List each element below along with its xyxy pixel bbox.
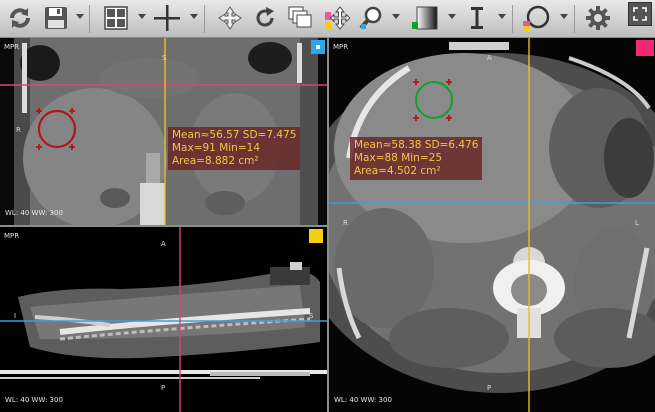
roi-stats-panel: Mean≈56.57 SD=7.475 Max=91 Min=14 Area=8… bbox=[168, 127, 301, 170]
toolbar-separator bbox=[89, 5, 90, 33]
move-icon bbox=[325, 6, 350, 30]
roi-dropdown[interactable] bbox=[560, 12, 568, 22]
crosshair-icon bbox=[154, 5, 180, 31]
layout-dropdown[interactable] bbox=[138, 12, 146, 22]
pan-icon bbox=[218, 6, 242, 30]
roi-ellipse-icon bbox=[523, 5, 550, 31]
save-button[interactable] bbox=[40, 3, 72, 33]
measure-dropdown[interactable] bbox=[498, 12, 506, 22]
toolbar bbox=[0, 0, 655, 38]
toolbar-separator bbox=[204, 5, 205, 33]
viewport-color-marker[interactable] bbox=[309, 229, 323, 243]
chevron-down-icon bbox=[76, 14, 84, 19]
toolbar-separator bbox=[512, 5, 513, 33]
chevron-down-icon bbox=[498, 14, 506, 19]
layout-grid-icon bbox=[104, 6, 128, 30]
orientation-top: S bbox=[162, 54, 167, 62]
orientation-bottom: P bbox=[487, 384, 492, 392]
viewport-color-marker[interactable] bbox=[636, 40, 654, 56]
chevron-down-icon bbox=[560, 14, 568, 19]
fullscreen-icon bbox=[633, 7, 647, 21]
measure-length-button[interactable] bbox=[462, 3, 492, 33]
move-button[interactable] bbox=[320, 3, 352, 33]
orientation-bottom: I bbox=[162, 198, 165, 206]
orientation-top: A bbox=[161, 240, 166, 248]
chevron-down-icon bbox=[448, 14, 456, 19]
roi-max-min: Max=88 Min=25 bbox=[354, 152, 442, 164]
viewport-coronal[interactable]: MPR S I R WL: 40 WW: 300 Mean≈56.57 SD=7… bbox=[0, 38, 327, 225]
orientation-left: R bbox=[16, 126, 21, 134]
viewport-label: MPR bbox=[333, 43, 349, 51]
orientation-right: S bbox=[309, 312, 314, 320]
save-dropdown[interactable] bbox=[76, 12, 84, 22]
orientation-left: R bbox=[343, 219, 348, 227]
viewport-color-marker[interactable] bbox=[311, 40, 325, 54]
roi-area: Area=8.882 cm² bbox=[172, 155, 259, 167]
window-level-readout: WL: 40 WW: 300 bbox=[5, 209, 63, 217]
orientation-right: L bbox=[635, 219, 639, 227]
pan-button[interactable] bbox=[214, 3, 246, 33]
roi-area: Area=4.502 cm² bbox=[354, 165, 441, 177]
roi-mean-sd: Mean≈56.57 SD=7.475 bbox=[172, 129, 297, 141]
window-level-dropdown[interactable] bbox=[448, 12, 456, 22]
stack-button[interactable] bbox=[284, 3, 316, 33]
zoom-dropdown[interactable] bbox=[392, 12, 400, 22]
viewport-label: MPR bbox=[4, 43, 20, 51]
settings-gear-icon bbox=[586, 6, 610, 30]
orientation-top: A bbox=[487, 54, 492, 62]
crosshair-dropdown[interactable] bbox=[190, 12, 198, 22]
window-level-icon bbox=[412, 6, 438, 30]
measure-length-icon bbox=[471, 7, 483, 29]
save-icon bbox=[45, 7, 67, 29]
window-level-button[interactable] bbox=[406, 3, 442, 33]
orientation-bottom: P bbox=[161, 384, 166, 392]
rotate-button[interactable] bbox=[250, 3, 280, 33]
crosshair-button[interactable] bbox=[150, 3, 184, 33]
orientation-left: I bbox=[14, 312, 17, 320]
viewport-label: MPR bbox=[4, 232, 20, 240]
sync-button[interactable] bbox=[4, 3, 36, 33]
viewport-axial[interactable]: MPR A P R L WL: 40 WW: 300 Mean≈58.38 SD… bbox=[329, 38, 655, 412]
viewport-sagittal[interactable]: MPR A P I S WL: 40 WW: 300 bbox=[0, 227, 327, 412]
toolbar-separator bbox=[574, 5, 575, 33]
layout-button[interactable] bbox=[100, 3, 132, 33]
roi-mean-sd: Mean≈58.38 SD=6.476 bbox=[354, 139, 479, 151]
zoom-button[interactable] bbox=[356, 3, 388, 33]
fullscreen-button[interactable] bbox=[628, 2, 652, 26]
chevron-down-icon bbox=[392, 14, 400, 19]
rotate-icon bbox=[256, 7, 274, 27]
settings-button[interactable] bbox=[582, 3, 614, 33]
roi-ellipse-button[interactable] bbox=[518, 3, 554, 33]
axial-ct-image bbox=[329, 38, 655, 412]
marker-dot bbox=[316, 45, 320, 49]
roi-max-min: Max=91 Min=14 bbox=[172, 142, 260, 154]
stack-icon bbox=[288, 6, 312, 28]
roi-stats-panel: Mean≈58.38 SD=6.476 Max=88 Min=25 Area=4… bbox=[350, 137, 483, 180]
chevron-down-icon bbox=[138, 14, 146, 19]
window-level-readout: WL: 40 WW: 300 bbox=[334, 396, 392, 404]
window-level-readout: WL: 40 WW: 300 bbox=[5, 396, 63, 404]
zoom-icon bbox=[359, 6, 382, 30]
chevron-down-icon bbox=[190, 14, 198, 19]
sync-icon bbox=[10, 8, 30, 28]
